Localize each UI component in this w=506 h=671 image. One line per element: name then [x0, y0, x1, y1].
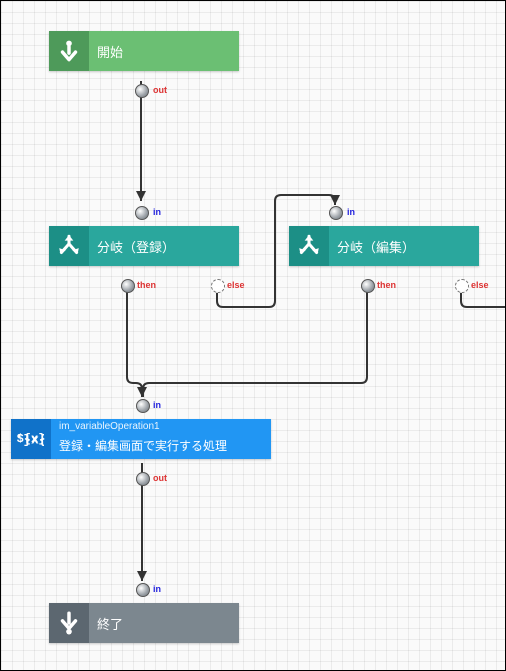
start-icon — [49, 31, 89, 71]
node-variable-sublabel: im_variableOperation1 — [59, 421, 160, 432]
node-end[interactable]: 終了 — [49, 603, 239, 643]
start-out-label: out — [153, 85, 167, 95]
branch-register-in-label: in — [153, 207, 161, 217]
variable-out-port[interactable] — [136, 472, 150, 486]
branch-register-else-label: else — [227, 280, 245, 290]
branch-edit-else-label: else — [471, 280, 489, 290]
end-in-label: in — [153, 584, 161, 594]
variable-out-label: out — [153, 473, 167, 483]
branch-register-then-port[interactable] — [121, 279, 135, 293]
node-start[interactable]: 開始 — [49, 31, 239, 71]
node-variable-operation[interactable]: ${'{'}x{'}'} ${x} im_variableOperation1 … — [11, 419, 271, 459]
branch-edit-in-port[interactable] — [329, 206, 343, 220]
node-variable-label: 登録・編集画面で実行する処理 — [59, 437, 227, 454]
branch-edit-in-label: in — [347, 207, 355, 217]
branch-register-else-port[interactable] — [211, 279, 225, 293]
node-end-label: 終了 — [97, 614, 123, 633]
branch-edit-then-label: then — [377, 280, 396, 290]
node-branch-edit[interactable]: 分岐（編集） — [289, 226, 479, 266]
branch-register-in-port[interactable] — [135, 206, 149, 220]
start-out-port[interactable] — [135, 84, 149, 98]
end-icon — [49, 603, 89, 643]
connections — [1, 1, 506, 671]
variable-in-label: in — [153, 400, 161, 410]
variable-icon: ${'{'}x{'}'} ${x} — [11, 419, 51, 459]
branch-edit-then-port[interactable] — [361, 279, 375, 293]
node-branch-edit-label: 分岐（編集） — [337, 237, 415, 256]
branch-icon — [289, 226, 329, 266]
branch-register-then-label: then — [137, 280, 156, 290]
variable-in-port[interactable] — [136, 399, 150, 413]
branch-icon — [49, 226, 89, 266]
branch-edit-else-port[interactable] — [455, 279, 469, 293]
flow-canvas[interactable]: { "nodes": { "start": { "label": "開始", "… — [0, 0, 506, 671]
node-branch-register-label: 分岐（登録） — [97, 237, 175, 256]
node-branch-register[interactable]: 分岐（登録） — [49, 226, 239, 266]
end-in-port[interactable] — [136, 583, 150, 597]
node-start-label: 開始 — [97, 42, 123, 61]
